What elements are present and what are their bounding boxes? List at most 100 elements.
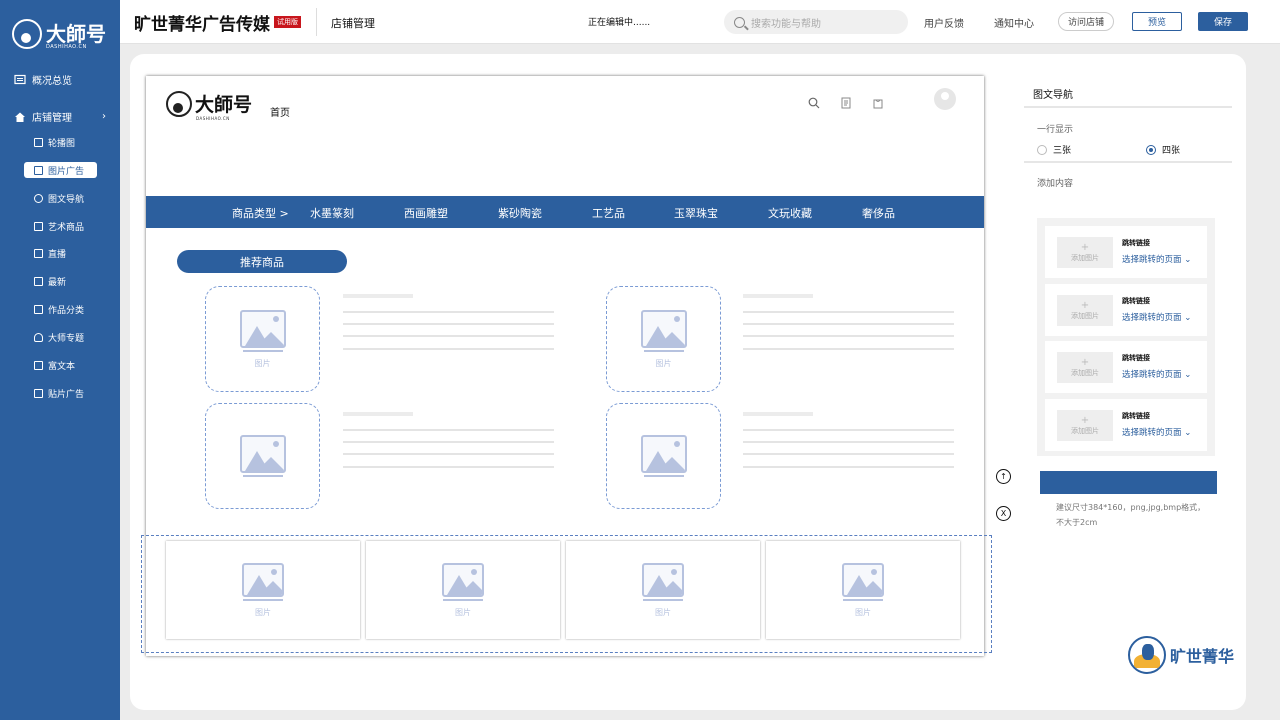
text-placeholder-line bbox=[743, 453, 954, 455]
sidebar-sub-image-nav[interactable]: 图文导航 bbox=[24, 190, 97, 206]
jump-link-label: 跳转链接 bbox=[1122, 297, 1150, 305]
carousel-icon bbox=[34, 137, 43, 147]
product-image-placeholder[interactable] bbox=[205, 403, 320, 509]
select-page-dropdown[interactable]: 选择跳转的页面 ⌄ bbox=[1122, 253, 1191, 265]
canvas-logo-text: 大師号 bbox=[195, 94, 253, 116]
visit-shop-button[interactable]: 访问店铺 bbox=[1058, 12, 1114, 31]
radio-three[interactable]: 三张 bbox=[1037, 143, 1071, 156]
image-placeholder-icon bbox=[640, 309, 687, 348]
text-placeholder-line bbox=[343, 441, 554, 443]
nav-image-card[interactable]: 图片 bbox=[366, 541, 560, 639]
chevron-down-icon: ⌄ bbox=[1184, 428, 1192, 438]
logo-mark-icon bbox=[166, 90, 192, 117]
document-icon[interactable] bbox=[840, 94, 852, 109]
sidebar-sub-categories[interactable]: 作品分类 bbox=[24, 301, 97, 317]
nav-item-crafts[interactable]: 工艺品 bbox=[592, 205, 625, 221]
nav-item-ink[interactable]: 水墨篆刻 bbox=[310, 205, 354, 221]
select-page-dropdown[interactable]: 选择跳转的页面 ⌄ bbox=[1122, 426, 1191, 438]
text-placeholder-line bbox=[343, 323, 554, 325]
cart-icon[interactable] bbox=[872, 94, 884, 109]
nav-item-luxury[interactable]: 奢侈品 bbox=[862, 205, 895, 221]
product-image-placeholder[interactable] bbox=[606, 403, 721, 509]
search-placeholder: 搜索功能与帮助 bbox=[751, 18, 821, 30]
nav-item-product-types[interactable]: 商品类型 > bbox=[232, 205, 289, 221]
search-icon bbox=[734, 16, 745, 28]
text-placeholder-line bbox=[743, 311, 954, 313]
sidebar-sub-patch-ad[interactable]: 贴片广告 bbox=[24, 385, 97, 401]
image-label: 图片 bbox=[655, 358, 672, 368]
nav-item-ceramics[interactable]: 紫砂陶瓷 bbox=[498, 205, 542, 221]
sidebar-logo[interactable]: 大師号 DASHIHAO.CN bbox=[12, 14, 112, 54]
text-placeholder-line bbox=[343, 348, 554, 350]
add-image-button[interactable]: + 添加图片 bbox=[1057, 295, 1113, 326]
add-image-button[interactable]: + 添加图片 bbox=[1057, 410, 1113, 441]
nav-image-card[interactable]: 图片 bbox=[766, 541, 960, 639]
image-base bbox=[643, 598, 683, 601]
right-panel-title: 图文导航 bbox=[1033, 90, 1073, 101]
radio-four[interactable]: 四张 bbox=[1146, 143, 1180, 156]
search-input[interactable]: 搜索功能与帮助 bbox=[724, 10, 908, 34]
sidebar-sub-art-goods[interactable]: 艺术商品 bbox=[24, 218, 97, 234]
nav-item-western[interactable]: 西画雕塑 bbox=[404, 205, 448, 221]
save-button[interactable]: 保存 bbox=[1198, 12, 1248, 31]
sidebar-sub-live[interactable]: 直播 bbox=[24, 245, 97, 261]
logo-mark-icon bbox=[12, 19, 42, 49]
sidebar-item-overview[interactable]: 概况总览 bbox=[14, 72, 72, 87]
editing-status: 正在编辑中...... bbox=[588, 18, 651, 28]
category-icon bbox=[34, 304, 43, 314]
chevron-down-icon: ⌄ bbox=[1184, 313, 1192, 323]
sidebar-item-label: 概况总览 bbox=[32, 76, 72, 87]
image-base bbox=[643, 475, 684, 477]
add-image-button[interactable]: + 添加图片 bbox=[1057, 352, 1113, 383]
select-page-dropdown[interactable]: 选择跳转的页面 ⌄ bbox=[1122, 368, 1191, 380]
plus-icon: + bbox=[1080, 414, 1090, 426]
image-base bbox=[443, 598, 483, 601]
sidebar-sub-rich-text[interactable]: 富文本 bbox=[24, 357, 97, 373]
sidebar-sub-carousel[interactable]: 轮播图 bbox=[24, 134, 97, 150]
nav-image-card[interactable]: 图片 bbox=[166, 541, 360, 639]
jump-link-label: 跳转链接 bbox=[1122, 239, 1150, 247]
text-placeholder-line bbox=[343, 429, 554, 431]
plus-icon: + bbox=[1080, 299, 1090, 311]
nav-item-jewelry[interactable]: 玉翠珠宝 bbox=[674, 205, 718, 221]
home-icon bbox=[14, 111, 26, 123]
nav-image-card[interactable]: 图片 bbox=[566, 541, 760, 639]
plus-icon: + bbox=[1080, 356, 1090, 368]
search-icon[interactable] bbox=[808, 94, 820, 109]
product-image-placeholder[interactable]: 图片 bbox=[606, 286, 721, 392]
feedback-link[interactable]: 用户反馈 bbox=[924, 15, 964, 30]
jump-link-label: 跳转链接 bbox=[1122, 412, 1150, 420]
row-display-label: 一行显示 bbox=[1037, 125, 1074, 135]
content-item: + 添加图片 跳转链接 选择跳转的页面 ⌄ bbox=[1045, 399, 1207, 451]
add-content-button[interactable] bbox=[1040, 471, 1217, 494]
sidebar-sub-latest[interactable]: 最新 bbox=[24, 273, 97, 289]
section-title: 店铺管理 bbox=[331, 17, 375, 30]
notifications-link[interactable]: 通知中心 bbox=[994, 15, 1034, 30]
logo-text: 大師号 bbox=[46, 22, 106, 46]
image-base bbox=[242, 349, 283, 352]
image-placeholder-icon bbox=[640, 435, 687, 473]
image-label: 图片 bbox=[855, 607, 871, 617]
delete-module-button[interactable]: X bbox=[996, 506, 1011, 521]
preview-button[interactable]: 预览 bbox=[1132, 12, 1182, 31]
category-navbar: 商品类型 > 水墨篆刻 西画雕塑 紫砂陶瓷 工艺品 玉翠珠宝 文玩收藏 奢侈品 bbox=[146, 196, 984, 228]
sidebar-sub-master-topic[interactable]: 大师专题 bbox=[24, 329, 97, 345]
canvas-home-link[interactable]: 首页 bbox=[270, 104, 290, 119]
sidebar-item-shop-management[interactable]: 店铺管理 › bbox=[14, 109, 106, 124]
divider bbox=[316, 8, 317, 36]
avatar[interactable] bbox=[934, 88, 956, 110]
patch-icon bbox=[34, 388, 43, 398]
select-page-dropdown[interactable]: 选择跳转的页面 ⌄ bbox=[1122, 311, 1191, 323]
corner-brand-logo: 旷世菁华 bbox=[1128, 636, 1234, 674]
product-image-placeholder[interactable]: 图片 bbox=[205, 286, 320, 392]
add-image-button[interactable]: + 添加图片 bbox=[1057, 237, 1113, 268]
image-placeholder-icon bbox=[642, 562, 684, 597]
divider bbox=[1024, 161, 1232, 163]
live-icon bbox=[34, 248, 43, 258]
brand-emblem-icon bbox=[1128, 636, 1166, 674]
text-placeholder-line bbox=[743, 348, 954, 350]
image-base bbox=[242, 475, 283, 477]
sidebar-sub-image-ad[interactable]: 图片广告 bbox=[24, 162, 97, 178]
nav-item-collectibles[interactable]: 文玩收藏 bbox=[768, 205, 812, 221]
move-up-button[interactable]: ↑ bbox=[996, 469, 1011, 484]
